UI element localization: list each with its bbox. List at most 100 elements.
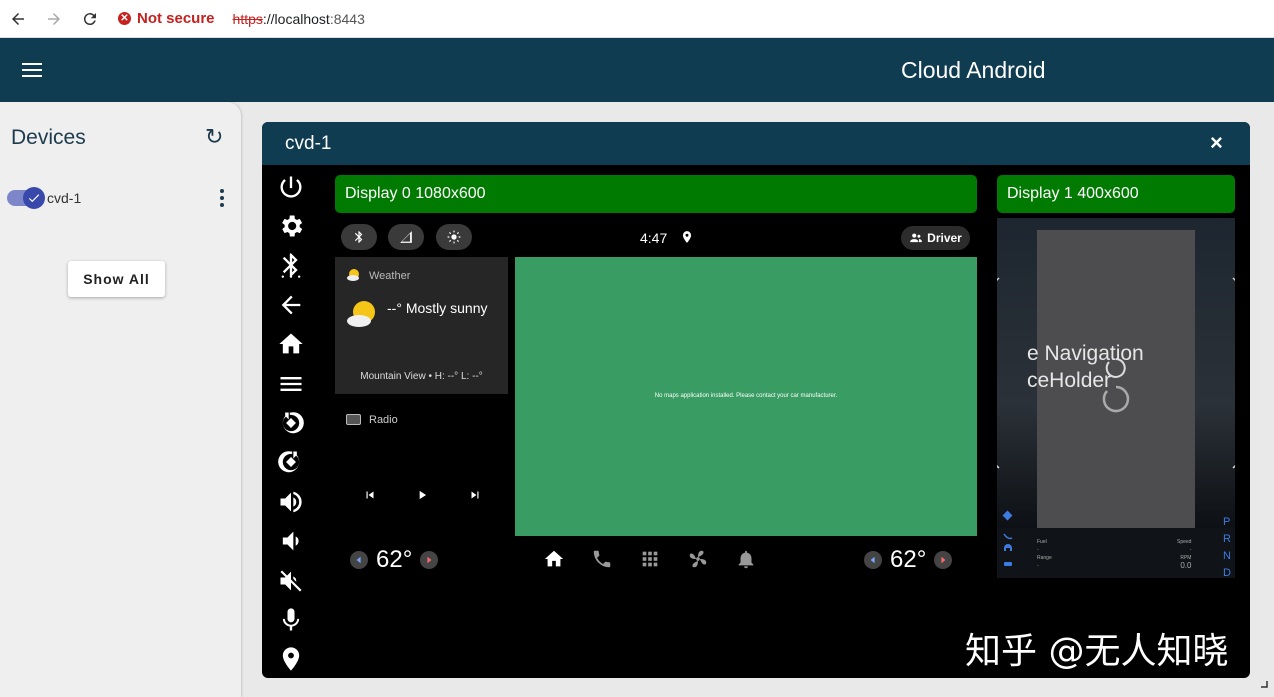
home-button[interactable] [272,325,310,364]
device-name: cvd-1 [47,190,82,206]
temp-value-right: 62° [890,546,927,573]
map-message: No maps application installed. Please co… [654,393,838,399]
device-controls [272,167,310,678]
weather-small-icon [346,268,362,282]
power-button[interactable] [272,167,310,206]
url-scheme: https [232,10,263,27]
url-port: :8443 [329,10,365,27]
people-icon [910,233,922,243]
bell-icon[interactable] [735,548,757,570]
brightness-button[interactable] [436,224,472,250]
play-button[interactable] [415,488,429,502]
warning-icon: ✕ [118,12,131,25]
power-icon [280,176,302,198]
rotate-right-button[interactable] [272,443,310,482]
back-button[interactable] [0,0,36,38]
cluster-range-label: Range [1037,555,1052,561]
chevron-left-icon [356,556,361,564]
close-button[interactable]: × [1210,130,1223,156]
home-icon [279,333,303,354]
forward-button[interactable] [36,0,72,38]
security-indicator[interactable]: ✕ Not secure [118,10,215,27]
reload-button[interactable] [72,0,108,38]
hamburger-icon [22,63,42,77]
panel-header: cvd-1 × [262,122,1250,165]
bluetooth-status-button[interactable] [341,224,377,250]
temp-increase-left-button[interactable] [420,551,439,569]
url-host: ://localhost [262,10,330,27]
temp-decrease-right-button[interactable] [864,551,882,569]
menu-button[interactable] [22,60,42,80]
device-panel: cvd-1 × Display 0 1080x600 Display 1 400… [262,122,1250,678]
temp-value-left: 62° [376,546,413,573]
loading-spinner-icon [1102,358,1130,413]
signal-icon [400,231,412,243]
bluetooth-icon [281,253,301,279]
temp-control-right: 62° [864,542,953,578]
weather-card[interactable]: Weather --° Mostly sunny Mountain View •… [335,257,508,394]
location-pin-icon [680,230,694,244]
chevron-left-icon [870,556,875,564]
microphone-button[interactable] [272,600,310,639]
driver-profile-button[interactable]: Driver [901,226,970,250]
volume-up-button[interactable] [272,482,310,521]
show-all-button[interactable]: Show All [68,261,165,297]
gear-icon [282,215,303,237]
temp-control-left: 62° [350,542,439,578]
map-area[interactable]: No maps application installed. Please co… [515,257,977,536]
menu-nav-button[interactable] [272,364,310,403]
rotate-left-icon [282,412,304,434]
signal-status-button[interactable] [388,224,424,250]
arrow-left-icon [12,12,24,25]
rotate-right-icon [278,451,300,473]
settings-button[interactable] [272,206,310,245]
bluetooth-icon [354,231,363,243]
device-toggle[interactable] [7,187,45,209]
next-track-button[interactable] [468,488,482,502]
home-icon[interactable] [543,548,565,570]
address-bar[interactable]: https://localhost:8443 [233,11,365,27]
radio-label: Radio [369,414,398,426]
location-pin-icon [282,647,300,672]
display-0-screen[interactable]: 4:47 Driver Weather --° Mostly sunny Mou… [335,218,977,578]
resize-handle-icon[interactable] [1260,680,1268,688]
browser-toolbar: ✕ Not secure https://localhost:8443 [0,0,1274,38]
more-options-icon[interactable] [215,188,229,208]
previous-track-button[interactable] [363,488,377,502]
weather-location: Mountain View • H: --° L: --° [360,371,483,382]
weather-title: Weather [369,270,411,282]
chevron-right-icon [427,556,432,564]
volume-mute-icon [280,570,302,592]
fan-icon[interactable] [687,548,709,570]
temp-decrease-left-button[interactable] [350,551,368,569]
check-icon [23,187,45,209]
display-1-screen[interactable]: e Navigation ceHolder PRND Fuel - Range … [997,218,1235,578]
devices-sidebar: Devices ↻ cvd-1 Show All [0,102,241,697]
back-nav-button[interactable] [272,285,310,324]
cluster-info-right: Speed - RPM 0.0 [1177,539,1192,570]
skip-previous-icon [366,491,374,499]
mute-button[interactable] [272,561,310,600]
arrow-right-icon [48,12,60,25]
phone-icon[interactable] [591,548,613,570]
temp-increase-right-button[interactable] [934,551,953,569]
bluetooth-button[interactable] [272,246,310,285]
volume-down-icon [282,531,299,551]
microphone-icon [282,608,300,631]
arrow-left-icon [281,295,301,315]
reload-icon [83,12,96,25]
refresh-button[interactable]: ↻ [205,124,223,150]
cluster-speed-label: Speed [1177,539,1192,545]
volume-down-button[interactable] [272,522,310,561]
device-row: cvd-1 [7,186,229,210]
driver-label: Driver [927,231,962,245]
watermark: 知乎 @无人知晓 [965,631,1229,672]
display-1-label: Display 1 400x600 [997,175,1235,213]
cluster-side-icons [1002,510,1013,566]
app-grid-icon[interactable] [639,548,661,570]
display-0-label: Display 0 1080x600 [335,175,977,213]
radio-icon [346,414,361,425]
cluster-speed-value: 0.0 [1180,561,1192,570]
location-button[interactable] [272,640,310,678]
rotate-left-button[interactable] [272,403,310,442]
